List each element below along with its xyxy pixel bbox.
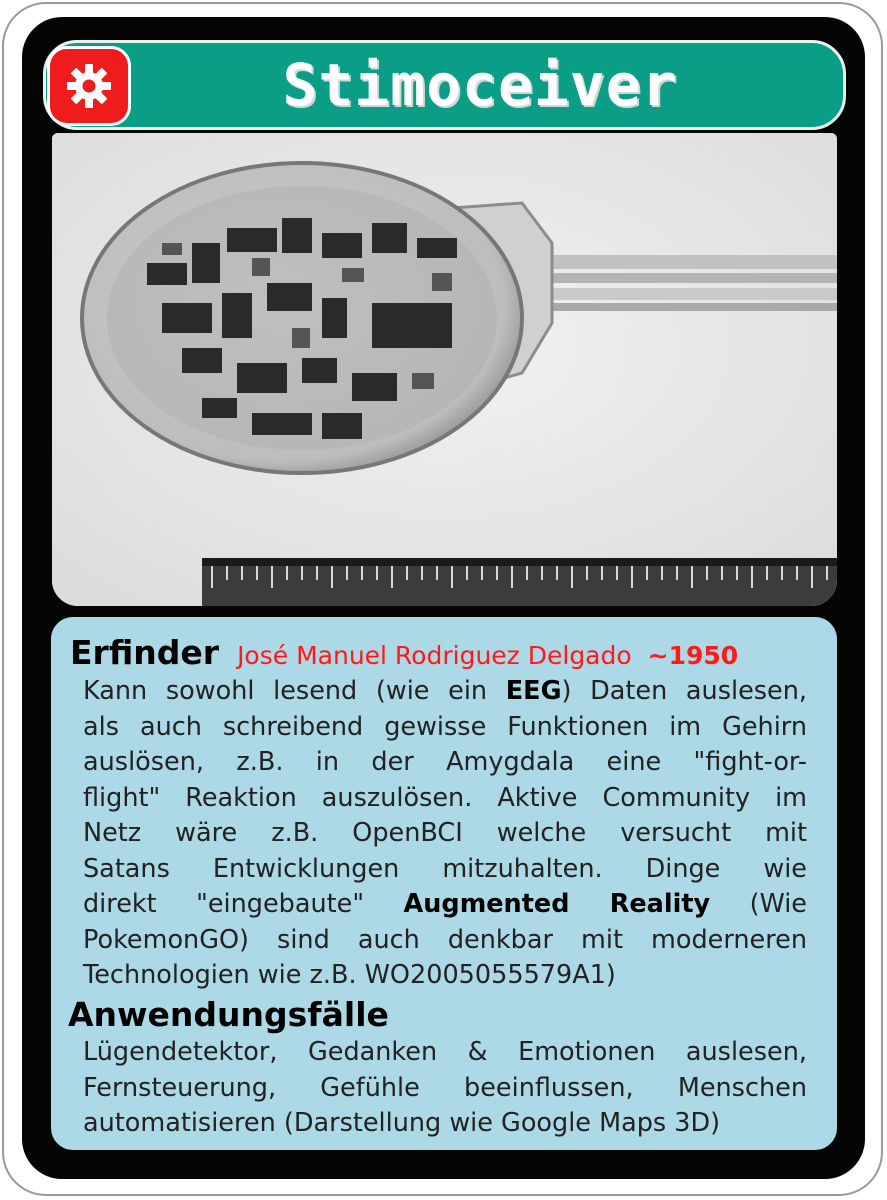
description-line: Kann sowohl lesend (wie ein EEG) Daten a… (83, 676, 808, 706)
gear-icon (67, 64, 111, 108)
use-cases-label: Anwendungsfälle (68, 995, 389, 1034)
use-case-line: Lügendetektor, Gedanken & Emotionen ausl… (83, 1037, 807, 1067)
description-line: Satans Entwicklungen mitzuhalten. Dinge … (83, 853, 807, 884)
category-badge (47, 46, 131, 126)
inventor-name: José Manuel Rodriguez Delgado (237, 641, 632, 670)
inventor-line: Erfinder José Manuel Rodriguez Delgado ~19… (70, 633, 830, 673)
description-line: PokemonGO) sind auch denkbar mit moderne… (83, 924, 807, 955)
use-case-line: automatisieren (Darstellung wie Google M… (83, 1108, 721, 1138)
description-line: direkt "eingebaute" Augmented Reality (W… (83, 889, 807, 919)
stimoceiver-device-photo (52, 133, 837, 606)
use-case-line: Fernsteuerung, Gefühle beeinflussen, Men… (83, 1072, 807, 1103)
description-line: als auch schreibend gewisse Funktionen i… (83, 711, 807, 742)
description-line: Netz wäre z.B. OpenBCI welche versucht m… (83, 818, 807, 848)
description-line: Technologien wie z.B. WO2005055579A1) (83, 960, 616, 990)
description-text: Kann sowohl lesend (wie ein EEG) Daten a… (83, 674, 807, 994)
card-title: Stimoceiver (282, 51, 678, 119)
use-cases-text: Lügendetektor, Gedanken & Emotionen ausl… (83, 1035, 807, 1142)
description-line: auslösen, z.B. in der Amygdala eine "fig… (83, 747, 807, 777)
inventor-label: Erfinder (70, 633, 220, 672)
inventor-year: ~1950 (647, 641, 739, 670)
description-line: flight" Reaktion auszulösen. Aktive Comm… (83, 782, 807, 813)
